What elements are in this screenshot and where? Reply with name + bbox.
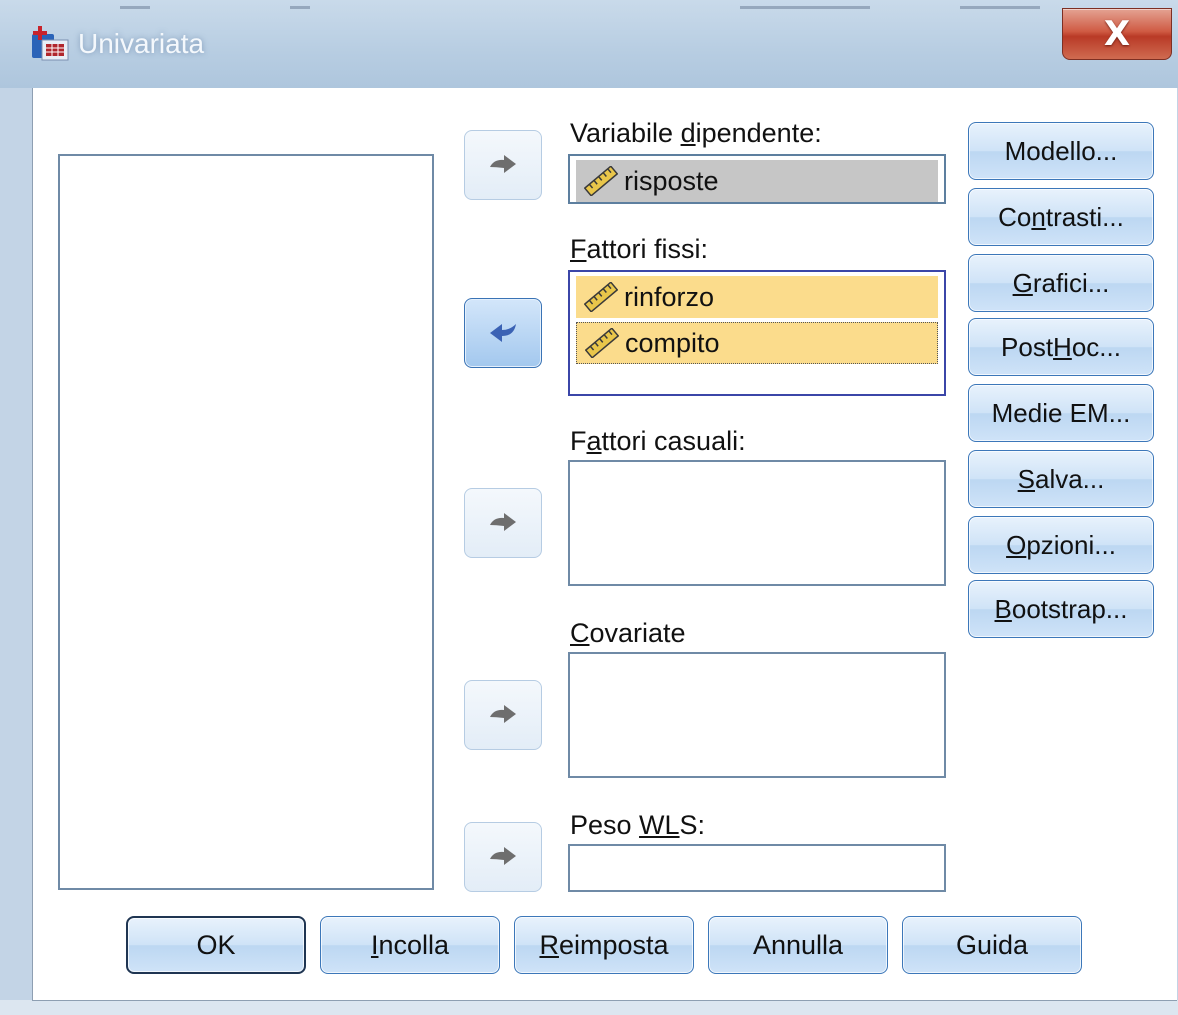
ok-button[interactable]: OK — [126, 916, 306, 974]
save-button[interactable]: Salva... — [968, 450, 1154, 508]
move-to-random-factors-button[interactable] — [464, 488, 542, 558]
source-variable-list[interactable] — [58, 154, 434, 890]
ruler-icon — [585, 328, 619, 358]
fixed-factor-item[interactable]: rinforzo — [576, 276, 938, 318]
dependent-variable-label: Variabile dipendente: — [570, 118, 822, 148]
ruler-icon — [584, 166, 618, 196]
em-means-button[interactable]: Medie EM... — [968, 384, 1154, 442]
ruler-icon — [584, 282, 618, 312]
help-button[interactable]: Guida — [902, 916, 1082, 974]
reset-button[interactable]: Reimposta — [514, 916, 694, 974]
dependent-variable-item[interactable]: risposte — [576, 160, 938, 202]
fixed-factors-label: Fattori fissi: — [570, 234, 709, 264]
window-frame-bottom — [0, 1000, 1178, 1015]
post-hoc-button[interactable]: Post Hoc... — [968, 318, 1154, 376]
fixed-factor-item[interactable]: compito — [576, 322, 938, 364]
covariates-box[interactable] — [568, 652, 946, 778]
model-button[interactable]: Modello... — [968, 122, 1154, 180]
move-to-fixed-factors-button[interactable] — [464, 298, 542, 368]
bootstrap-button[interactable]: Bootstrap... — [968, 580, 1154, 638]
background-artifact — [740, 6, 870, 9]
dependent-variable-box[interactable]: risposte — [568, 154, 946, 204]
curved-arrow-right-icon — [490, 847, 516, 865]
random-factors-box[interactable] — [568, 460, 946, 586]
move-to-covariates-button[interactable] — [464, 680, 542, 750]
move-to-dependent-button[interactable] — [464, 130, 542, 200]
dependent-variable-name: risposte — [624, 165, 719, 196]
wls-weight-label: Peso WLS: — [570, 810, 706, 840]
background-artifact — [960, 6, 1040, 9]
covariates-label: Covariate — [570, 618, 686, 648]
fixed-factors-box[interactable]: rinforzo compito — [568, 270, 946, 396]
app-icon — [32, 26, 69, 61]
contrasts-button[interactable]: Co n trasti... — [968, 188, 1154, 246]
window-frame-left — [0, 88, 32, 1015]
fixed-factor-name: compito — [625, 327, 720, 358]
curved-arrow-right-icon — [490, 155, 516, 173]
wls-weight-box[interactable] — [568, 844, 946, 892]
curved-arrow-right-icon — [490, 513, 516, 531]
title-bar: Univariata X — [0, 0, 1178, 88]
random-factors-label: Fattori casuali: — [570, 426, 746, 456]
fixed-factor-name: rinforzo — [624, 281, 715, 312]
paste-button[interactable]: Incolla — [320, 916, 500, 974]
plots-button[interactable]: Grafici... — [968, 254, 1154, 312]
background-artifact — [290, 6, 310, 9]
curved-arrow-left-icon — [490, 324, 516, 342]
background-artifact — [120, 6, 150, 9]
move-to-wls-weight-button[interactable] — [464, 822, 542, 892]
options-button[interactable]: Opzioni... — [968, 516, 1154, 574]
close-icon: X — [1103, 14, 1131, 54]
curved-arrow-right-icon — [490, 705, 516, 723]
close-button[interactable]: X — [1062, 8, 1172, 60]
window-title: Univariata — [78, 28, 205, 59]
cancel-button[interactable]: Annulla — [708, 916, 888, 974]
